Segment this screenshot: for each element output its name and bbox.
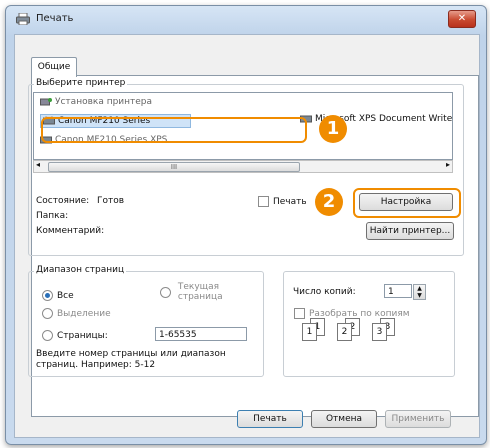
status-value: Готов xyxy=(97,196,125,206)
printer-item-label: Установка принтера xyxy=(55,97,153,107)
print-button[interactable]: Печать xyxy=(237,410,303,428)
comment-label: Комментарий: xyxy=(36,226,105,236)
copies-label: Число копий: xyxy=(293,287,356,297)
scrollbar-thumb[interactable]: III xyxy=(48,162,300,172)
cancel-button[interactable]: Отмена xyxy=(311,410,377,428)
printer-item-add[interactable]: Установка принтера xyxy=(40,97,152,107)
copies-input[interactable]: 1 xyxy=(384,284,412,298)
callout-highlight-printer xyxy=(41,117,307,143)
callout-badge-2: 2 xyxy=(315,188,343,216)
range-current-label: Текущая страница xyxy=(178,282,223,302)
window-title: Печать xyxy=(36,13,74,24)
folder-label: Папка: xyxy=(36,211,69,221)
range-current-line2: страница xyxy=(177,292,223,302)
printer-title-icon xyxy=(16,13,30,25)
range-selection-label: Выделение xyxy=(57,309,111,319)
apply-button[interactable]: Применить xyxy=(385,410,451,428)
range-selection-radio[interactable]: Выделение xyxy=(42,308,111,319)
checkbox-box xyxy=(258,196,269,207)
scroll-left-icon[interactable]: ◂ xyxy=(36,160,40,169)
radio-circle xyxy=(42,290,53,301)
collate-page-front-1: 1 xyxy=(302,323,317,341)
close-button[interactable]: ✕ xyxy=(448,10,476,28)
chevron-down-icon[interactable]: ▼ xyxy=(414,292,425,299)
range-all-label: Все xyxy=(57,291,74,301)
chevron-up-icon[interactable]: ▲ xyxy=(414,285,425,292)
printer-list-scrollbar[interactable]: ◂ III ▸ xyxy=(33,160,453,173)
callout-badge-1: 1 xyxy=(319,115,347,143)
copies-stepper[interactable]: ▲ ▼ xyxy=(413,284,426,300)
page-range-legend: Диапазон страниц xyxy=(34,265,127,275)
radio-circle xyxy=(160,287,171,298)
range-all-radio[interactable]: Все xyxy=(42,290,74,301)
add-printer-icon xyxy=(40,98,52,106)
checkbox-box xyxy=(294,308,305,319)
range-hint-line1: Введите номер страницы или диапазон xyxy=(36,349,226,359)
range-current-line1: Текущая xyxy=(177,282,220,292)
print-to-file-label: Печать в файл xyxy=(273,197,306,207)
close-icon: ✕ xyxy=(457,13,467,24)
collate-page-front-3: 3 xyxy=(372,323,387,341)
status-label: Состояние: xyxy=(36,196,90,206)
range-pages-label: Страницы: xyxy=(57,331,108,341)
radio-circle xyxy=(42,308,53,319)
printer-group-legend: Выберите принтер xyxy=(34,78,128,88)
scroll-right-icon[interactable]: ▸ xyxy=(446,160,450,169)
range-current-radio[interactable]: Текущая страница xyxy=(160,282,223,302)
pages-input[interactable]: 1-65535 xyxy=(155,327,247,341)
print-to-file-checkbox[interactable]: Печать в файл xyxy=(258,196,306,207)
tab-general[interactable]: Общие xyxy=(31,57,77,77)
collate-page-front-2: 2 xyxy=(337,323,352,341)
title-bar: Печать ✕ xyxy=(6,6,486,32)
find-printer-button[interactable]: Найти принтер... xyxy=(366,222,454,240)
radio-circle xyxy=(42,330,53,341)
preferences-button[interactable]: Настройка xyxy=(359,193,453,211)
range-pages-radio[interactable]: Страницы: xyxy=(42,330,108,341)
range-hint-line2: страниц. Например: 5-12 xyxy=(36,360,156,370)
